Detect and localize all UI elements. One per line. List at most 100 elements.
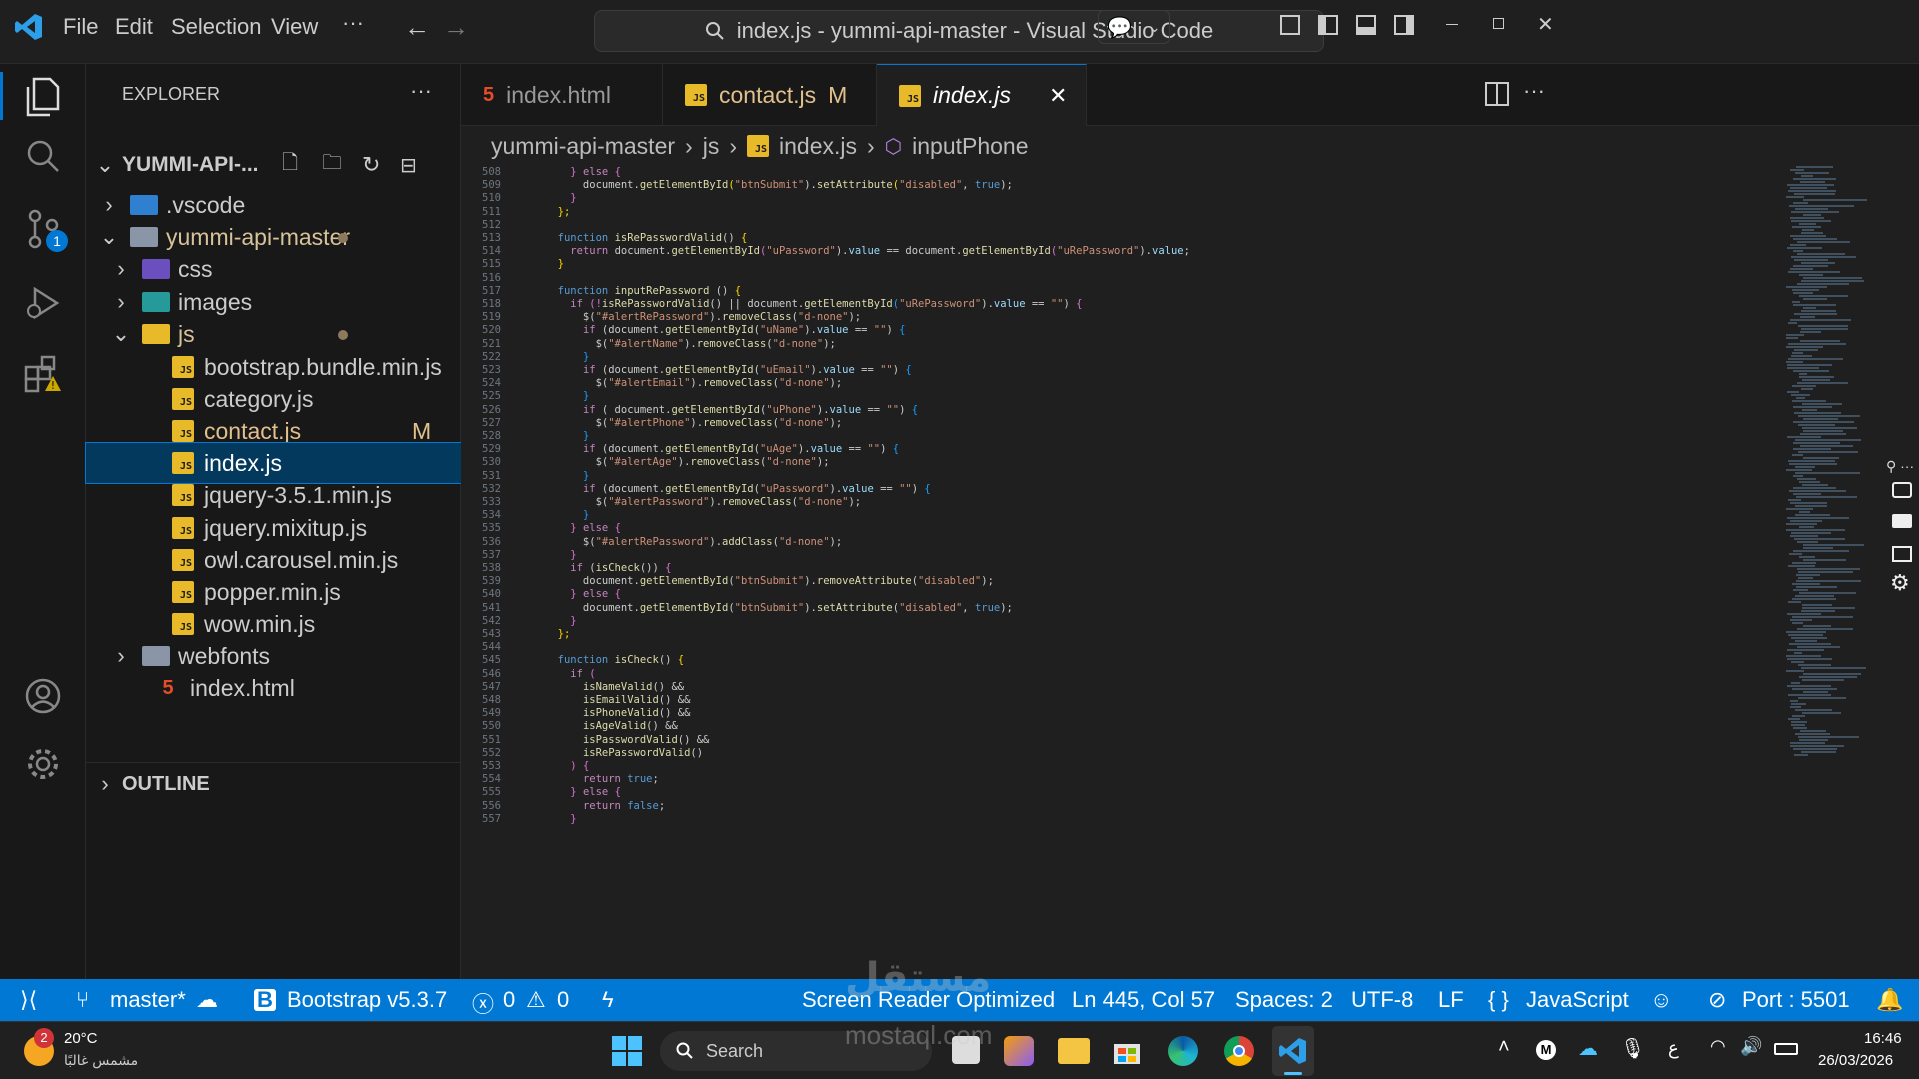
weather-temp[interactable]: 20°C [64,1030,98,1047]
branch-icon[interactable]: ⑂ [76,987,89,1013]
menu-edit[interactable]: Edit [115,14,153,40]
explorer-more-icon[interactable]: ··· [410,78,432,104]
weather-desc[interactable]: مشمس غالبًا [64,1052,138,1069]
settings-icon[interactable]: ⚙ [1890,570,1910,596]
code-line[interactable]: document.getElementById("btnSubmit").set… [545,177,1013,193]
minimap-line [1789,205,1854,207]
encoding[interactable]: UTF-8 [1351,987,1413,1013]
branch-name[interactable]: master* [110,987,186,1013]
outline-section[interactable]: › OUTLINE [86,764,461,804]
code-line[interactable]: }; [545,626,571,642]
cursor-position[interactable]: Ln 445, Col 57 [1072,987,1215,1013]
tab-contact-js[interactable]: JS contact.js M [663,64,877,126]
pin-icon[interactable]: ⚲ ··· [1886,458,1914,475]
menu-view[interactable]: View [271,14,318,40]
menu-selection[interactable]: Selection [171,14,262,40]
breadcrumb-item[interactable]: js [703,133,720,160]
lightning-icon[interactable]: ϟ [602,987,614,1013]
close-window-icon[interactable]: ✕ [1537,12,1554,37]
error-icon[interactable]: ⓧ [472,987,494,1019]
back-arrow-icon[interactable]: ← [404,12,430,43]
copilot-button[interactable]: 💬 ⌄ [1098,10,1170,44]
search-icon[interactable] [18,131,68,181]
code-line[interactable]: document.getElementById("btnSubmit").set… [545,600,1013,616]
customize-layout-icon[interactable] [1280,15,1300,35]
collapse-all-icon[interactable]: ⊟ [400,153,417,178]
folder-open-icon [130,227,158,247]
live-server-port[interactable]: Port : 5501 [1742,987,1850,1013]
refresh-icon[interactable]: ↻ [362,152,380,178]
bootstrap-version[interactable]: Bootstrap v5.3.7 [287,987,447,1013]
tab-index-js-active[interactable]: JS index.js ✕ [877,64,1087,126]
tree-file[interactable]: 5 index.html [86,668,461,708]
close-tab-icon[interactable]: ✕ [1049,83,1067,109]
clock-date[interactable]: 26/03/2026 [1818,1052,1893,1069]
menu-more[interactable]: ··· [342,10,364,36]
code-line[interactable]: $("#alertPassword").removeClass("d-none"… [545,494,862,510]
workspace-root[interactable]: ⌄ YUMMI-API-... 🗋 🗀 ↻ ⊟ [86,145,461,185]
minimize-icon[interactable] [1446,24,1458,25]
warning-icon[interactable]: ⚠ [526,987,546,1013]
breadcrumb-item[interactable]: inputPhone [912,133,1028,160]
microphone-icon[interactable]: 🎙 [1620,1036,1645,1061]
battery-icon[interactable] [1774,1043,1798,1055]
toggle-secondary-sidebar-icon[interactable] [1394,15,1414,35]
editor-more-icon[interactable]: ··· [1523,78,1545,104]
code-line[interactable]: }; [545,204,571,220]
notifications-bell-icon[interactable]: 🔔 [1876,987,1903,1013]
chrome-browser-icon[interactable] [1224,1036,1254,1066]
warning-count[interactable]: 0 [557,987,569,1013]
new-folder-icon[interactable]: 🗀 [322,148,342,182]
file-explorer-icon[interactable] [1058,1038,1090,1064]
code-line[interactable]: return document.getElementById("uPasswor… [545,243,1190,259]
code-line[interactable]: } [545,811,576,827]
menu-file[interactable]: File [63,14,98,40]
breadcrumb-item[interactable]: yummi-api-master [491,133,675,160]
copilot-status-icon[interactable]: ☺ [1650,987,1672,1013]
forward-arrow-icon[interactable]: → [443,12,469,43]
edge-browser-icon[interactable] [1168,1036,1198,1066]
code-editor[interactable]: 508 } else {509 document.getElementById(… [461,166,1778,979]
wifi-icon[interactable]: ◠ [1710,1036,1726,1057]
task-view-icon[interactable] [952,1036,980,1064]
vscode-taskbar-button[interactable] [1272,1026,1314,1076]
clock-time[interactable]: 16:46 [1864,1030,1902,1047]
camera-icon[interactable] [1892,482,1912,498]
code-line[interactable]: $("#alertRePassword").addClass("d-none")… [545,534,842,550]
taskbar-search[interactable]: Search [660,1031,932,1071]
tab-index-html[interactable]: 5 index.html [461,64,663,126]
explorer-icon[interactable] [18,72,68,122]
restore-icon[interactable] [1493,18,1504,29]
video-icon[interactable] [1892,514,1912,528]
chevron-up-icon[interactable]: ˄ [1498,1036,1510,1059]
screen-reader-mode[interactable]: Screen Reader Optimized [802,987,1055,1013]
toggle-panel-icon[interactable] [1356,15,1376,35]
settings-gear-icon[interactable] [18,739,68,789]
code-line[interactable]: } [545,256,564,272]
command-center[interactable]: index.js - yummi-api-master - Visual Stu… [594,10,1324,52]
microsoft-store-icon[interactable] [1112,1036,1142,1066]
account-icon[interactable] [18,671,68,721]
remote-icon[interactable]: ⟩⟨ [20,987,37,1013]
extensions-icon[interactable]: ! [18,349,68,399]
line-ending[interactable]: LF [1438,987,1464,1013]
window-icon[interactable] [1892,546,1912,562]
code-line[interactable]: $("#alertPhone").removeClass("d-none"); [545,415,843,431]
language-mode[interactable]: JavaScript [1526,987,1629,1013]
indentation[interactable]: Spaces: 2 [1235,987,1333,1013]
new-file-icon[interactable]: 🗋 [282,148,298,182]
copilot-app-icon[interactable] [1004,1036,1034,1066]
volume-icon[interactable]: 🔊 [1740,1036,1762,1057]
code-line[interactable]: $("#alertEmail").removeClass("d-none"); [545,375,843,391]
start-windows-icon[interactable] [612,1036,642,1066]
sync-icon[interactable]: ☁ [196,987,218,1013]
source-control-icon[interactable]: 1 [18,204,68,254]
run-debug-icon[interactable] [18,278,68,328]
split-editor-icon[interactable] [1485,82,1509,106]
toggle-primary-sidebar-icon[interactable] [1318,15,1338,35]
error-count[interactable]: 0 [503,987,515,1013]
onedrive-icon[interactable]: ☁ [1578,1036,1598,1061]
input-language[interactable]: ع [1668,1038,1679,1059]
tray-app-icon[interactable]: M [1536,1040,1556,1060]
breadcrumb-item[interactable]: index.js [779,133,857,160]
